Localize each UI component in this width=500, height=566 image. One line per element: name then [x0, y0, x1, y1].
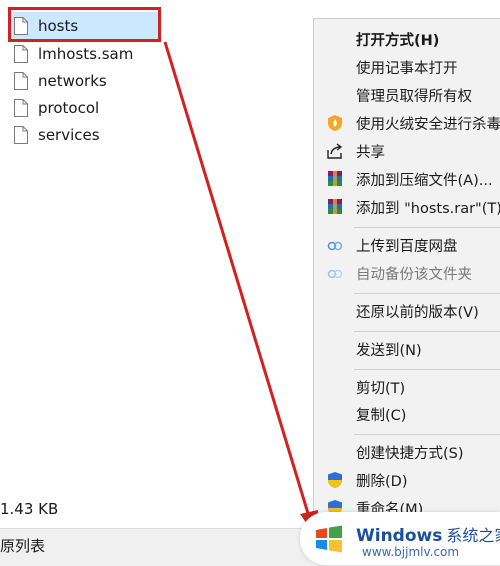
windows-logo-icon	[314, 524, 344, 554]
watermark-url: www.bjjmlv.com	[362, 545, 460, 559]
watermark: Windows系统之家 www.bjjmlv.com	[300, 512, 500, 565]
annotation-arrow	[163, 41, 318, 540]
watermark-brand: Windows系统之家	[356, 522, 500, 546]
watermark-brand-cn: 系统之家	[446, 526, 500, 545]
watermark-brand-en: Windows	[356, 526, 443, 546]
